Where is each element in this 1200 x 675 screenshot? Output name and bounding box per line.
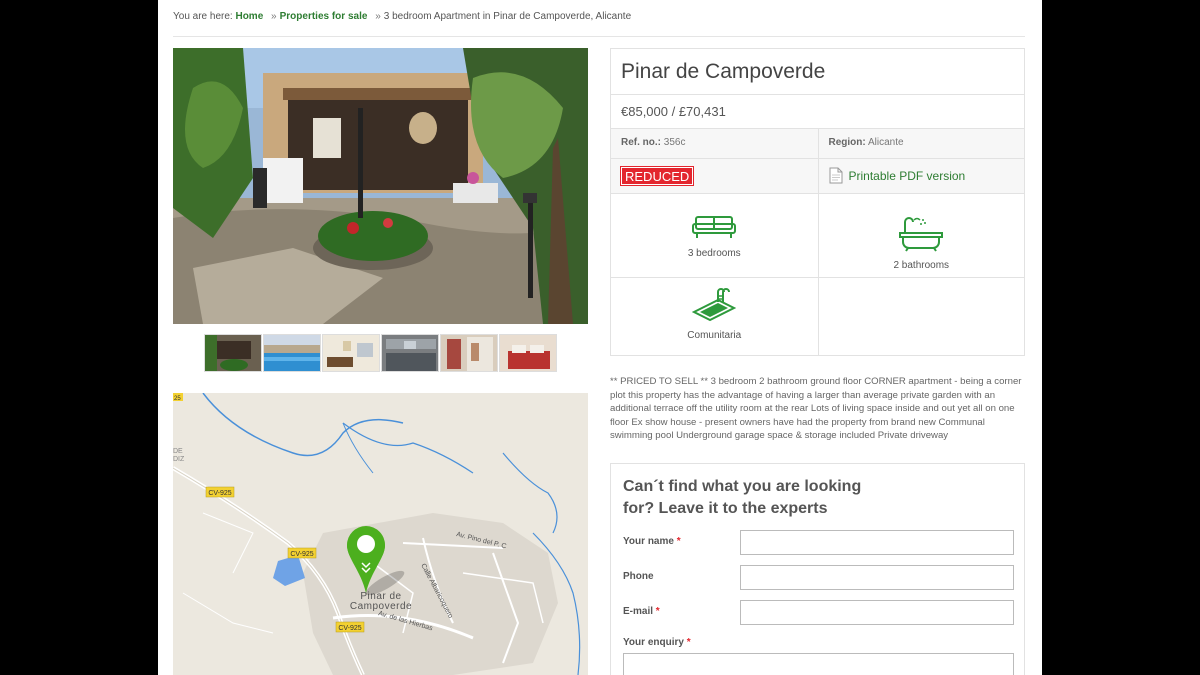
region-cell: Region: Alicante bbox=[817, 129, 1024, 158]
features-row: 3 bedrooms 2 bathrooms bbox=[611, 194, 1024, 278]
breadcrumb-separator: » bbox=[375, 11, 381, 22]
pdf-cell: Printable PDF version bbox=[817, 159, 1024, 193]
property-page: You are here: Home » Properties for sale … bbox=[158, 0, 1042, 675]
enquiry-label: Your enquiry * bbox=[623, 637, 691, 648]
badge-cell: REDUCED bbox=[611, 159, 818, 193]
map-edge-label: 25 bbox=[174, 396, 181, 402]
feature-label: 2 bathrooms bbox=[893, 260, 950, 271]
name-row: Your name * bbox=[623, 530, 1014, 556]
tag-row: REDUCED Printable PDF version bbox=[611, 159, 1024, 194]
road-label: CV-925 bbox=[208, 490, 231, 497]
name-field[interactable] bbox=[740, 530, 1014, 555]
photo-thumbnails bbox=[204, 334, 557, 372]
place-label: Campoverde bbox=[350, 601, 412, 612]
enquiry-textarea[interactable] bbox=[623, 653, 1014, 675]
bathtub-icon bbox=[899, 217, 944, 252]
breadcrumb-home-link[interactable]: Home bbox=[235, 11, 263, 22]
region-label: Region: bbox=[828, 137, 866, 148]
property-title: Pinar de Campoverde bbox=[611, 49, 1024, 95]
enquiry-heading: Can´t find what you are looking for? Lea… bbox=[623, 478, 862, 517]
road-shield: CV-925 bbox=[335, 621, 365, 633]
thumbnail-garden[interactable] bbox=[204, 334, 262, 372]
reduced-badge: REDUCED bbox=[619, 166, 695, 186]
ref-cell: Ref. no.: 356c bbox=[611, 129, 818, 158]
feature-bathrooms: 2 bathrooms bbox=[817, 194, 1025, 277]
pdf-link-label: Printable PDF version bbox=[848, 168, 966, 183]
feature-bedrooms: 3 bedrooms bbox=[611, 194, 818, 277]
breadcrumb-current: 3 bedroom Apartment in Pinar de Campover… bbox=[383, 11, 632, 22]
thumbnail-living-room[interactable] bbox=[322, 334, 380, 372]
feature-empty bbox=[817, 278, 1025, 355]
enquiry-form: Can´t find what you are looking for? Lea… bbox=[610, 463, 1025, 675]
sofa-icon bbox=[692, 216, 737, 238]
feature-label: Comunitaria bbox=[687, 330, 742, 341]
ref-label: Ref. no.: bbox=[621, 137, 661, 148]
feature-label: 3 bedrooms bbox=[687, 248, 741, 259]
property-price: €85,000 / £70,431 bbox=[611, 95, 1024, 129]
map-edge-label: DIZ bbox=[173, 456, 185, 463]
pool-icon bbox=[692, 288, 737, 322]
phone-field[interactable] bbox=[740, 565, 1014, 590]
road-shield: CV-925 bbox=[287, 547, 317, 559]
thumbnail-pool[interactable] bbox=[263, 334, 321, 372]
email-label: E-mail * bbox=[623, 606, 660, 617]
region-value: Alicante bbox=[867, 137, 904, 148]
map-edge-label: DE bbox=[173, 448, 183, 455]
email-row: E-mail * bbox=[623, 600, 1014, 626]
property-description: ** PRICED TO SELL ** 3 bedroom 2 bathroo… bbox=[610, 376, 1022, 441]
features-row-2: Comunitaria bbox=[611, 278, 1024, 355]
road-label: CV-925 bbox=[290, 551, 313, 558]
thumbnail-bathroom[interactable] bbox=[440, 334, 498, 372]
thumbnail-kitchen[interactable] bbox=[381, 334, 439, 372]
ref-value: 356c bbox=[663, 137, 686, 148]
property-info-box: Pinar de Campoverde €85,000 / £70,431 Re… bbox=[610, 48, 1025, 356]
name-label: Your name * bbox=[623, 536, 681, 547]
thumbnail-bedroom[interactable] bbox=[499, 334, 557, 372]
feature-pool: Comunitaria bbox=[611, 278, 818, 355]
edge-shield: 25 bbox=[173, 393, 183, 402]
printable-pdf-link[interactable]: Printable PDF version bbox=[829, 167, 966, 184]
document-icon bbox=[829, 167, 842, 184]
road-shield: CV-925 bbox=[205, 486, 235, 498]
breadcrumb: You are here: Home » Properties for sale … bbox=[173, 11, 631, 22]
road-label: CV-925 bbox=[338, 625, 361, 632]
reference-row: Ref. no.: 356c Region: Alicante bbox=[611, 129, 1024, 159]
phone-label: Phone bbox=[623, 571, 654, 582]
phone-row: Phone bbox=[623, 565, 1014, 591]
email-field[interactable] bbox=[740, 600, 1014, 625]
location-map[interactable]: CV-925 CV-925 CV-925 25 DE DIZ Av. Pino … bbox=[173, 393, 588, 675]
breadcrumb-prefix: You are here: bbox=[173, 11, 233, 22]
breadcrumb-divider bbox=[173, 36, 1025, 37]
main-property-photo[interactable] bbox=[173, 48, 588, 324]
breadcrumb-separator: » bbox=[271, 11, 277, 22]
breadcrumb-for-sale-link[interactable]: Properties for sale bbox=[280, 11, 368, 22]
